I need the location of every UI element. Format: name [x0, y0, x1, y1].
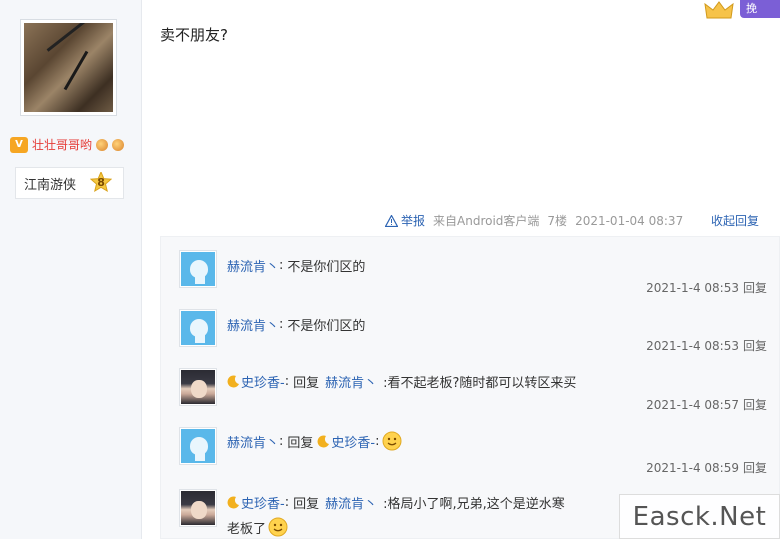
- list-item: 赫流肯丶 : 不是你们区的 2021-1-4 08:53 回复: [161, 309, 780, 369]
- username-row: V 壮壮哥哥哟: [10, 136, 125, 153]
- level-number: 8: [97, 176, 105, 189]
- post-datetime: 2021-01-04 08:37: [575, 213, 684, 228]
- user-avatar[interactable]: [20, 19, 117, 116]
- reply-author[interactable]: 史珍香-: [241, 493, 285, 512]
- reply-separator: :: [279, 258, 284, 273]
- reply-button[interactable]: 回复: [743, 398, 767, 412]
- reply-separator: :: [284, 374, 290, 389]
- list-item: 赫流肯丶 : 回复 史珍香- : 2021-1-4 08:59 回复: [161, 427, 780, 487]
- avatar[interactable]: [179, 427, 217, 465]
- crown-icon: [704, 1, 734, 19]
- reply-prefix: 回复: [293, 497, 320, 512]
- reply-prefix: 回复: [287, 435, 314, 451]
- top-right-button[interactable]: 挽: [740, 0, 780, 18]
- moon-icon: [227, 496, 239, 509]
- reply-separator: :: [284, 495, 290, 510]
- reply-separator: :: [279, 433, 284, 449]
- reply-author[interactable]: 赫流肯丶: [227, 256, 279, 275]
- reply-content: 不是你们区的: [287, 260, 366, 275]
- avatar[interactable]: [179, 309, 217, 347]
- reply-content-continued: 老板了: [227, 521, 267, 537]
- reply-time: 2021-1-4 08:57: [646, 398, 739, 412]
- top-right-button-label: 挽: [746, 2, 757, 15]
- reply-author[interactable]: 赫流肯丶: [227, 432, 279, 451]
- reply-content: 不是你们区的: [287, 319, 366, 334]
- avatar[interactable]: [179, 368, 217, 406]
- username-link[interactable]: 壮壮哥哥哟: [32, 136, 92, 153]
- reply-time: 2021-1-4 08:53: [646, 339, 739, 353]
- report-label: 举报: [401, 214, 426, 228]
- avatar[interactable]: [179, 250, 217, 288]
- smile-emoji-icon: [268, 517, 288, 537]
- reply-target[interactable]: 赫流肯丶: [325, 372, 377, 391]
- medal-icon: [96, 138, 109, 151]
- post-floor: 7楼: [547, 214, 568, 228]
- report-link[interactable]: 举报: [385, 212, 425, 229]
- reply-target[interactable]: 史珍香-: [331, 432, 375, 451]
- user-level-box[interactable]: 江南游侠 8: [15, 167, 124, 199]
- reply-time: 2021-1-4 08:59: [646, 461, 739, 475]
- watermark: Easck.Net: [619, 494, 780, 539]
- avatar-image: [24, 23, 113, 112]
- level-title: 江南游侠: [24, 177, 77, 193]
- reply-button[interactable]: 回复: [743, 461, 767, 475]
- reply-separator: :: [279, 317, 284, 332]
- warning-icon: [385, 214, 398, 227]
- list-item: 史珍香- : 回复 赫流肯丶 :看不起老板?随时都可以转区来买 2021-1-4…: [161, 368, 780, 428]
- reply-prefix: 回复: [293, 376, 320, 391]
- level-badge: 8: [90, 172, 113, 194]
- reply-target[interactable]: 赫流肯丶: [325, 493, 377, 512]
- post-source: 来自Android客户端: [433, 214, 540, 228]
- reply-content: :: [375, 433, 380, 449]
- reply-author[interactable]: 赫流肯丶: [227, 315, 279, 334]
- reply-time: 2021-1-4 08:53: [646, 281, 739, 295]
- collapse-reply-link[interactable]: 收起回复: [711, 212, 759, 229]
- vip-icon: V: [10, 136, 28, 153]
- reply-content: :看不起老板?随时都可以转区来买: [383, 376, 577, 391]
- medal-icon: [112, 138, 125, 151]
- moon-icon: [317, 434, 330, 447]
- smile-emoji-icon: [382, 431, 402, 451]
- watermark-text: Easck.Net: [632, 501, 767, 532]
- reply-author[interactable]: 史珍香-: [241, 372, 285, 391]
- reply-content: :格局小了啊,兄弟,这个是逆水寒: [383, 497, 565, 512]
- moon-icon: [227, 375, 239, 388]
- post-content: 卖不朋友?: [160, 26, 228, 44]
- avatar[interactable]: [179, 489, 217, 527]
- user-sidebar: V 壮壮哥哥哟 江南游侠 8: [0, 0, 142, 539]
- reply-button[interactable]: 回复: [743, 339, 767, 353]
- post-meta: 举报 来自Android客户端 7楼 2021-01-04 08:37: [385, 212, 683, 229]
- list-item: 赫流肯丶 : 不是你们区的 2021-1-4 08:53 回复: [161, 250, 780, 310]
- reply-button[interactable]: 回复: [743, 281, 767, 295]
